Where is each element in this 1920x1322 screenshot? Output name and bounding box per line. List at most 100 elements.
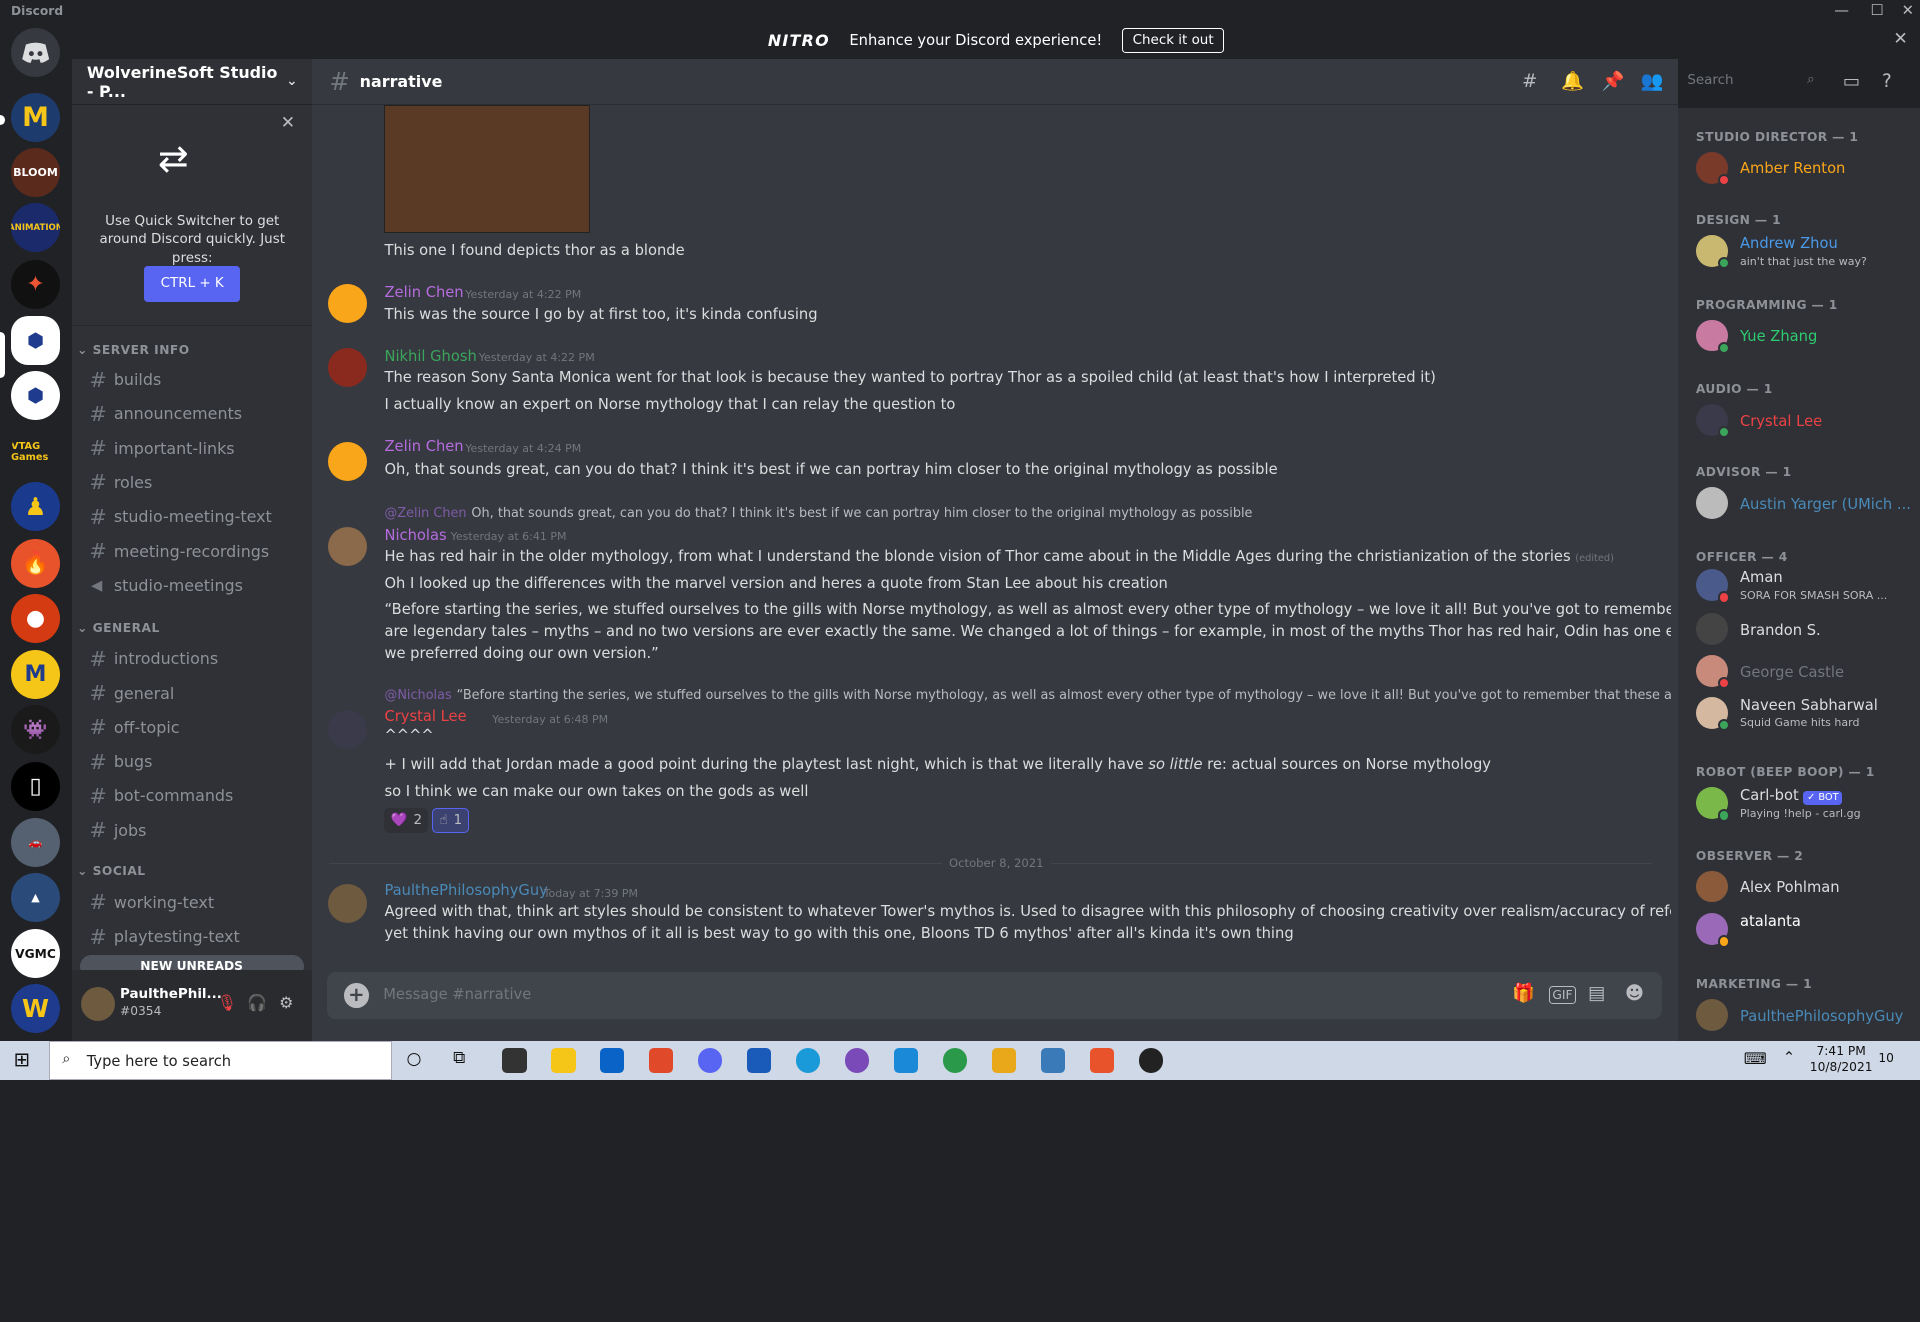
member-item[interactable]: Aman SORA FOR SMASH SORA ...: [1695, 562, 1916, 611]
vscode-icon[interactable]: [893, 1048, 919, 1073]
avatar[interactable]: [328, 884, 368, 924]
nitro-check-button[interactable]: Check it out: [1121, 28, 1225, 53]
server-car-icon[interactable]: 🚗: [11, 817, 60, 867]
word-icon[interactable]: [746, 1048, 772, 1073]
member-item[interactable]: Crystal Lee: [1695, 397, 1916, 446]
help-icon[interactable]: ?: [1882, 71, 1892, 92]
chrome-icon[interactable]: [942, 1048, 968, 1073]
edge-icon[interactable]: [795, 1048, 821, 1073]
server-bloom-icon[interactable]: BLOOM: [11, 148, 60, 198]
clock[interactable]: 7:41 PM 10/8/2021: [1810, 1044, 1873, 1076]
channel-meeting-recordings[interactable]: # meeting-recordings: [82, 535, 302, 567]
channel-bugs[interactable]: # bugs: [82, 746, 302, 778]
channel-introductions[interactable]: # introductions: [82, 643, 302, 675]
member-item[interactable]: PaulthePhilosophyGuy: [1695, 992, 1916, 1041]
attachment-image[interactable]: [384, 105, 591, 233]
member-item[interactable]: Alex Pohlman: [1695, 863, 1916, 912]
message-input[interactable]: + Message #narrative 🎁 GIF ▤ ☻: [326, 972, 1662, 1019]
photos-icon[interactable]: [1040, 1048, 1066, 1073]
message-author[interactable]: Nicholas: [384, 527, 446, 544]
avatar[interactable]: [80, 986, 116, 1022]
gif-button[interactable]: GIF: [1548, 985, 1576, 1005]
server-w-icon[interactable]: W: [11, 984, 60, 1034]
windows-start-icon[interactable]: ⊞: [13, 1048, 29, 1071]
server-fire-icon[interactable]: 🔥: [11, 538, 60, 588]
brave-icon[interactable]: [1089, 1048, 1115, 1073]
keyboard-icon[interactable]: ⌨: [1744, 1049, 1767, 1068]
close-window-button[interactable]: ✕: [1892, 0, 1920, 22]
server-colors-icon[interactable]: ✦: [11, 259, 60, 309]
add-attachment-icon[interactable]: +: [344, 983, 369, 1008]
office-icon[interactable]: [648, 1048, 674, 1073]
github-icon[interactable]: [844, 1048, 870, 1073]
cortana-icon[interactable]: ○: [407, 1049, 422, 1069]
server-vtag-icon[interactable]: VTAG Games: [11, 427, 60, 477]
channel-studio-meeting-text[interactable]: # studio-meeting-text: [82, 501, 302, 533]
close-icon[interactable]: ✕: [281, 113, 295, 133]
store-icon[interactable]: [502, 1048, 527, 1073]
category-server-info[interactable]: ⌄ SERVER INFO: [77, 343, 190, 357]
member-item[interactable]: Amber Renton: [1695, 144, 1916, 193]
server-yellow-icon[interactable]: M: [11, 650, 60, 700]
avatar[interactable]: [328, 442, 368, 482]
channel-working-text[interactable]: # working-text: [82, 887, 302, 919]
channel-studio-meetings[interactable]: ◀ studio-meetings: [82, 569, 302, 601]
channel-important-links[interactable]: # important-links: [82, 432, 302, 464]
sticker-icon[interactable]: ▤: [1588, 983, 1605, 1004]
channel-off-topic[interactable]: # off-topic: [82, 711, 302, 743]
ctrl-k-button[interactable]: CTRL + K: [144, 265, 240, 303]
message-author[interactable]: Zelin Chen: [384, 438, 463, 455]
channel-jobs[interactable]: # jobs: [82, 814, 302, 846]
message-author[interactable]: PaulthePhilosophyGuy: [384, 882, 547, 899]
notification-count[interactable]: 10: [1878, 1051, 1894, 1065]
mute-icon[interactable]: 🎙: [217, 993, 237, 1012]
slack-icon[interactable]: [991, 1048, 1017, 1073]
member-item[interactable]: Austin Yarger (UMich ...: [1695, 480, 1916, 529]
avatar[interactable]: [328, 284, 368, 324]
message-author[interactable]: Zelin Chen: [384, 284, 463, 301]
task-view-icon[interactable]: ⧉: [453, 1048, 465, 1068]
taskbar-search[interactable]: ⌕ Type here to search: [48, 1040, 392, 1080]
member-item[interactable]: Andrew Zhou ain't that just the way?: [1695, 228, 1916, 277]
media-player-icon[interactable]: [1138, 1048, 1164, 1073]
channel-playtesting-text[interactable]: # playtesting-text: [82, 921, 302, 953]
emoji-icon[interactable]: ☻: [1625, 983, 1644, 1004]
threads-icon[interactable]: #: [1522, 71, 1537, 92]
server-vgmc-icon[interactable]: VGMC: [11, 929, 60, 979]
message-author[interactable]: Crystal Lee: [384, 708, 466, 725]
gift-icon[interactable]: 🎁: [1512, 983, 1535, 1004]
nitro-close-icon[interactable]: ✕: [1893, 29, 1907, 49]
search-input[interactable]: Search ⌕: [1681, 69, 1821, 95]
chevron-up-icon[interactable]: ⌃: [1783, 1049, 1795, 1066]
maximize-button[interactable]: ☐: [1861, 0, 1893, 22]
member-item[interactable]: Yue Zhang: [1695, 312, 1916, 361]
avatar[interactable]: [328, 347, 368, 387]
member-item[interactable]: Carl-bot ✓ BOT Playing !help - carl.gg: [1695, 780, 1916, 829]
server-chess-icon[interactable]: ♟: [11, 482, 60, 532]
member-item[interactable]: atalanta: [1695, 906, 1916, 955]
channel-bot-commands[interactable]: # bot-commands: [82, 780, 302, 812]
gear-icon[interactable]: ⚙: [279, 993, 293, 1012]
reply-preview[interactable]: @Nicholas “Before starting the series, we…: [384, 688, 1671, 703]
message-author[interactable]: Nikhil Ghosh: [384, 348, 476, 365]
channel-general[interactable]: # general: [82, 677, 302, 709]
channel-roles[interactable]: # roles: [82, 467, 302, 499]
file-explorer-icon[interactable]: [551, 1048, 576, 1073]
channel-builds[interactable]: # builds: [82, 364, 302, 396]
avatar[interactable]: [328, 526, 368, 566]
bell-icon[interactable]: 🔔: [1561, 71, 1584, 92]
server-animation-icon[interactable]: ANIMATION: [11, 203, 60, 253]
server-header[interactable]: WolverineSoft Studio - P... ⌄: [72, 59, 313, 106]
server-bracket-icon[interactable]: ▯: [11, 761, 60, 811]
reaction[interactable]: ☝ 1: [432, 808, 470, 833]
discord-home-icon[interactable]: [11, 28, 60, 78]
server-wolverinesoft2-icon[interactable]: ⬢: [11, 371, 60, 420]
discord-taskbar-icon[interactable]: [697, 1048, 723, 1073]
server-wolverinesoft-icon[interactable]: ⬢: [11, 315, 60, 365]
headphones-icon[interactable]: 🎧: [247, 993, 267, 1012]
minimize-button[interactable]: —: [1826, 0, 1858, 22]
server-landscape-icon[interactable]: ▲: [11, 873, 60, 923]
avatar[interactable]: [328, 710, 368, 750]
reaction[interactable]: 💜 2: [384, 808, 429, 833]
channel-announcements[interactable]: # announcements: [82, 398, 302, 430]
